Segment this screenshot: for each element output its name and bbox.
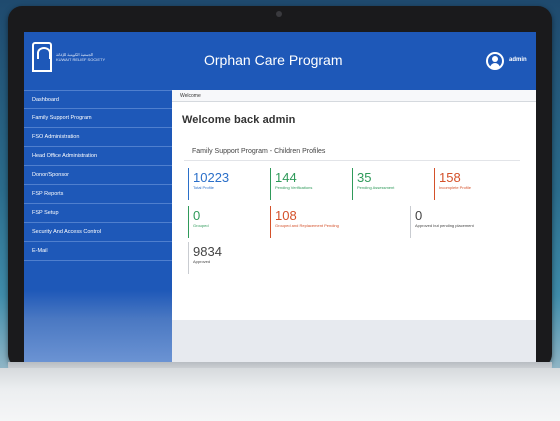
stat-value: 158: [439, 170, 461, 185]
stat-value: 0: [415, 208, 423, 223]
panel-title: Family Support Program - Children Profil…: [184, 142, 520, 161]
sidebar-item-fsp-reports[interactable]: FSP Reports: [24, 185, 172, 204]
breadcrumb: Welcome: [172, 90, 536, 102]
sidebar-item-donor-sponsor[interactable]: Donor/Sponsor: [24, 166, 172, 185]
stat-tile-pending-verifications[interactable]: 144 Pending Verifications: [270, 168, 348, 200]
app-title: Orphan Care Program: [204, 52, 343, 68]
page-title: Welcome back admin: [182, 114, 296, 126]
stat-label: Total Profile: [193, 185, 214, 190]
stat-tile-incomplete-profile[interactable]: 158 Incomplete Profile: [434, 168, 514, 200]
stat-value: 9834: [193, 244, 222, 259]
stat-label: Approved: [193, 259, 211, 264]
stat-label: Pending Verifications: [275, 185, 313, 190]
stat-label: Incomplete Profile: [439, 185, 472, 190]
children-profiles-panel: Family Support Program - Children Profil…: [184, 142, 520, 322]
user-name[interactable]: admin: [509, 57, 527, 63]
sidebar-empty-area: [24, 290, 172, 362]
main-content: Welcome Welcome back admin Family Suppor…: [172, 90, 536, 362]
stat-label: Grouped: [193, 223, 209, 228]
stat-tile-approved-pending-placement[interactable]: 0 Approved but pending placement: [410, 206, 516, 238]
stat-tile-grouped-replacement-pending[interactable]: 108 Grouped and Replacement Pending: [270, 206, 406, 238]
sidebar-item-head-office-administration[interactable]: Head Office Administration: [24, 147, 172, 166]
sidebar-item-email[interactable]: E-Mail: [24, 242, 172, 261]
logo-icon[interactable]: [32, 42, 52, 72]
top-bar: الجمعية الكويتية للإغاثة KUWAIT RELIEF S…: [24, 32, 536, 90]
stat-label: Pending Assessment: [357, 185, 395, 190]
stat-tile-grouped[interactable]: 0 Grouped: [188, 206, 266, 238]
user-avatar-icon[interactable]: [486, 52, 504, 70]
sidebar-item-family-support-program[interactable]: Family Support Program: [24, 109, 172, 128]
stat-label: Grouped and Replacement Pending: [275, 223, 339, 228]
stat-value: 108: [275, 208, 297, 223]
monitor-stand-base: [0, 368, 560, 421]
stat-value: 144: [275, 170, 297, 185]
camera-icon: [276, 11, 282, 17]
sidebar-item-fso-administration[interactable]: FSO Administration: [24, 128, 172, 147]
stat-label: Approved but pending placement: [415, 223, 474, 228]
sidebar-item-fsp-setup[interactable]: FSP Setup: [24, 204, 172, 223]
stat-value: 0: [193, 208, 201, 223]
stat-value: 10223: [193, 170, 230, 185]
breadcrumb-item-welcome[interactable]: Welcome: [180, 93, 201, 99]
stat-value: 35: [357, 170, 372, 185]
logo-text-english: KUWAIT RELIEF SOCIETY: [56, 57, 106, 62]
sidebar-item-dashboard[interactable]: Dashboard: [24, 90, 172, 109]
sidebar-item-security-access-control[interactable]: Security And Access Control: [24, 223, 172, 242]
content-footer-area: [172, 320, 536, 362]
stat-tile-pending-assessment[interactable]: 35 Pending Assessment: [352, 168, 430, 200]
stat-tile-approved[interactable]: 9834 Approved: [188, 242, 266, 274]
logo-text: الجمعية الكويتية للإغاثة KUWAIT RELIEF S…: [56, 52, 148, 62]
screen: الجمعية الكويتية للإغاثة KUWAIT RELIEF S…: [24, 32, 536, 362]
sidebar: Dashboard Family Support Program FSO Adm…: [24, 90, 172, 362]
monitor-frame: الجمعية الكويتية للإغاثة KUWAIT RELIEF S…: [8, 6, 552, 368]
stat-tile-total-profile[interactable]: 10223 Total Profile: [188, 168, 266, 200]
